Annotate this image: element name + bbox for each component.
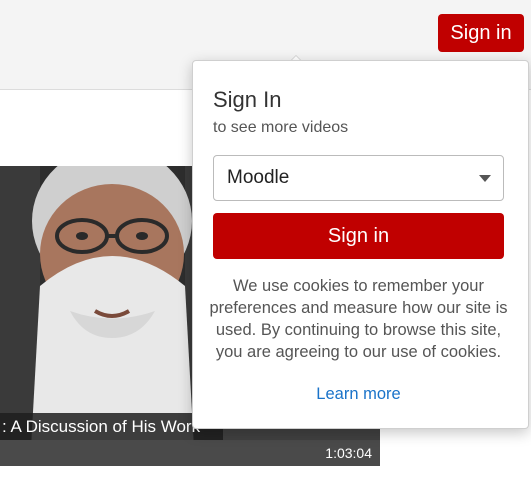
provider-select-value: Moodle — [227, 167, 290, 188]
video-duration: 1:03:04 — [325, 445, 372, 461]
popover-subtitle: to see more videos — [213, 119, 349, 136]
chevron-down-icon — [479, 175, 491, 182]
header-sign-in-button[interactable]: Sign in — [438, 14, 524, 52]
sign-in-popover: Sign In to see more videos Moodle Sign i… — [192, 60, 529, 429]
provider-select[interactable]: Moodle — [213, 155, 504, 201]
popover-sign-in-button[interactable]: Sign in — [213, 213, 504, 259]
video-duration-bar: 1:03:04 — [0, 440, 380, 466]
popover-title: Sign In — [213, 87, 282, 112]
learn-more-link[interactable]: Learn more — [209, 385, 508, 404]
cookie-notice: We use cookies to remember your preferen… — [209, 277, 508, 361]
